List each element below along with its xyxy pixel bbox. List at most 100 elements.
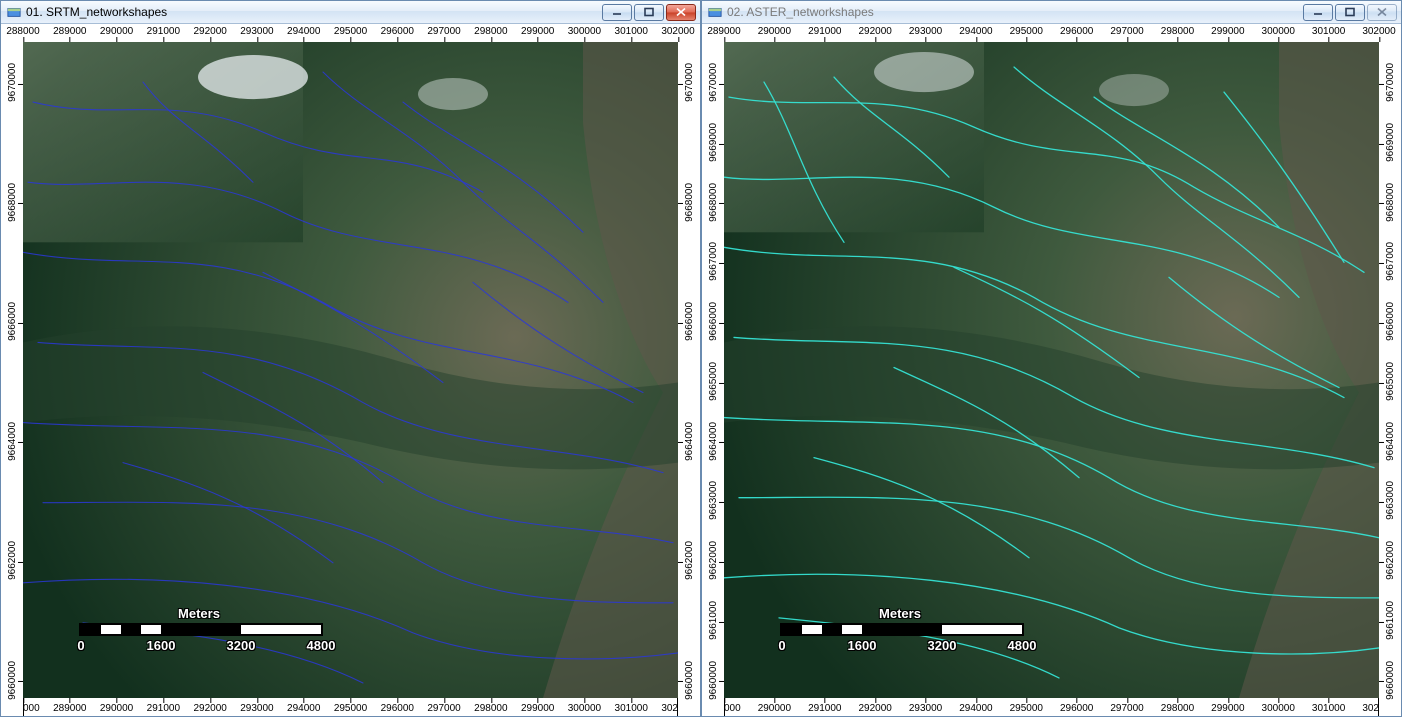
close-button[interactable] bbox=[666, 4, 696, 21]
axis-tick: 290000 bbox=[758, 24, 791, 42]
axis-tick: 9670000 bbox=[1, 63, 23, 105]
scale-bar-segments bbox=[79, 623, 323, 636]
axis-tick: 297000 bbox=[1110, 24, 1143, 42]
maximize-button[interactable] bbox=[634, 4, 664, 21]
scale-labels: 0 1600 3200 4800 bbox=[79, 638, 323, 652]
axis-tick: 9660000 bbox=[702, 660, 724, 702]
axis-tick: 297000 bbox=[1110, 698, 1143, 716]
axis-tick: 302000 bbox=[1362, 24, 1395, 42]
axis-tick: 9666000 bbox=[678, 302, 700, 344]
axis-tick: 294000 bbox=[287, 698, 320, 716]
map-window-aster: 02. ASTER_networkshapes 289000 290000 2910… bbox=[701, 0, 1402, 717]
axis-tick: 293000 bbox=[909, 698, 942, 716]
close-button[interactable] bbox=[1367, 4, 1397, 21]
axis-tick: 9668000 bbox=[1, 182, 23, 224]
map-window-srtm: 01. SRTM_networkshapes 28800028900029000… bbox=[0, 0, 701, 717]
axis-tick: 9670000 bbox=[702, 63, 724, 105]
axis-tick: 301000 bbox=[1312, 698, 1345, 716]
axis-tick: 9669000 bbox=[702, 123, 724, 165]
axis-tick: 9667000 bbox=[702, 242, 724, 284]
map-area[interactable]: 289000 290000 291000 292000 293000 294000 2950… bbox=[702, 24, 1401, 716]
axis-tick: 9662000 bbox=[1379, 541, 1401, 583]
axis-tick: 300000 bbox=[568, 24, 601, 42]
axis-tick: 9668000 bbox=[1379, 182, 1401, 224]
axis-tick: 301000 bbox=[615, 24, 648, 42]
axis-tick: 301000 bbox=[615, 698, 648, 716]
axis-tick: 295000 bbox=[1010, 24, 1043, 42]
axis-tick: 291000 bbox=[147, 24, 180, 42]
axis-tick: 9670000 bbox=[678, 63, 700, 105]
axis-tick: 9665000 bbox=[702, 362, 724, 404]
map-layer-icon bbox=[708, 5, 722, 19]
map-canvas[interactable]: Meters 0 1600 3200 4800 bbox=[724, 42, 1379, 698]
axis-tick: 297000 bbox=[427, 24, 460, 42]
scale-bar: Meters 0 1600 3200 4800 bbox=[79, 606, 323, 652]
axis-tick: 9662000 bbox=[1, 541, 23, 583]
axis-tick: 300000 bbox=[568, 698, 601, 716]
map-area[interactable]: 2880002890002900002910002920002930002940… bbox=[1, 24, 700, 716]
gis-workspace: 01. SRTM_networkshapes 28800028900029000… bbox=[0, 0, 1402, 717]
axis-tick: 296000 bbox=[381, 24, 414, 42]
axis-tick: 9670000 bbox=[1379, 63, 1401, 105]
axis-tick: 9668000 bbox=[702, 182, 724, 224]
axis-tick: 292000 bbox=[858, 24, 891, 42]
axis-tick: 295000 bbox=[334, 24, 367, 42]
axis-tick: 293000 bbox=[909, 24, 942, 42]
axis-tick: 9662000 bbox=[702, 541, 724, 583]
y-axis-left: 9670000966800096660009664000966200096600… bbox=[1, 42, 24, 716]
window-controls bbox=[602, 4, 696, 21]
axis-tick: 291000 bbox=[808, 698, 841, 716]
axis-tick: 298000 bbox=[1161, 698, 1194, 716]
scale-bar: Meters 0 1600 3200 4800 bbox=[780, 606, 1024, 652]
axis-tick: 289000 bbox=[53, 24, 86, 42]
minimize-button[interactable] bbox=[1303, 4, 1333, 21]
axis-tick: 294000 bbox=[287, 24, 320, 42]
axis-tick: 289000 bbox=[53, 698, 86, 716]
axis-tick: 9669000 bbox=[1379, 123, 1401, 165]
axis-tick: 9666000 bbox=[702, 302, 724, 344]
axis-tick: 9662000 bbox=[678, 541, 700, 583]
window-title: 01. SRTM_networkshapes bbox=[26, 5, 167, 19]
axis-tick: 9667000 bbox=[1379, 242, 1401, 284]
axis-tick: 296000 bbox=[381, 698, 414, 716]
axis-tick: 289000 bbox=[707, 24, 740, 42]
y-axis-left: 9670000 9669000 9668000 9667000 9666000 96650… bbox=[702, 42, 725, 716]
axis-tick: 290000 bbox=[758, 698, 791, 716]
x-axis-bottom: 2890002900002910002920002930002940002950… bbox=[724, 697, 1379, 716]
window-title: 02. ASTER_networkshapes bbox=[727, 5, 874, 19]
axis-tick: 301000 bbox=[1312, 24, 1345, 42]
axis-tick: 9663000 bbox=[702, 481, 724, 523]
axis-tick: 9666000 bbox=[1379, 302, 1401, 344]
axis-tick: 298000 bbox=[474, 698, 507, 716]
map-canvas[interactable]: Meters 0 1600 3200 4800 bbox=[23, 42, 678, 698]
axis-tick: 300000 bbox=[1262, 698, 1295, 716]
titlebar[interactable]: 01. SRTM_networkshapes bbox=[1, 1, 700, 24]
axis-tick: 297000 bbox=[427, 698, 460, 716]
axis-tick: 9664000 bbox=[1379, 421, 1401, 463]
axis-tick: 299000 bbox=[1211, 698, 1244, 716]
y-axis-right: 9670000966900096680009667000966600096650… bbox=[1378, 42, 1401, 716]
axis-tick: 291000 bbox=[808, 24, 841, 42]
map-layer-icon bbox=[7, 5, 21, 19]
axis-tick: 299000 bbox=[1211, 24, 1244, 42]
axis-tick: 290000 bbox=[100, 698, 133, 716]
y-axis-right: 9670000966800096660009664000966200096600… bbox=[677, 42, 700, 716]
axis-tick: 290000 bbox=[100, 24, 133, 42]
x-axis-top: 2880002890002900002910002920002930002940… bbox=[23, 24, 678, 43]
titlebar[interactable]: 02. ASTER_networkshapes bbox=[702, 1, 1401, 24]
axis-tick: 296000 bbox=[1060, 24, 1093, 42]
axis-tick: 292000 bbox=[193, 24, 226, 42]
minimize-button[interactable] bbox=[602, 4, 632, 21]
axis-tick: 298000 bbox=[474, 24, 507, 42]
axis-tick: 294000 bbox=[959, 24, 992, 42]
axis-tick: 292000 bbox=[193, 698, 226, 716]
maximize-button[interactable] bbox=[1335, 4, 1365, 21]
axis-tick: 299000 bbox=[521, 24, 554, 42]
axis-tick: 9660000 bbox=[1, 660, 23, 702]
axis-tick: 9664000 bbox=[678, 421, 700, 463]
axis-tick: 293000 bbox=[240, 698, 273, 716]
scale-labels: 0 1600 3200 4800 bbox=[780, 638, 1024, 652]
axis-tick: 295000 bbox=[1010, 698, 1043, 716]
x-axis-top: 2890002900002910002920002930002940002950… bbox=[724, 24, 1379, 43]
axis-tick: 9661000 bbox=[1379, 601, 1401, 643]
